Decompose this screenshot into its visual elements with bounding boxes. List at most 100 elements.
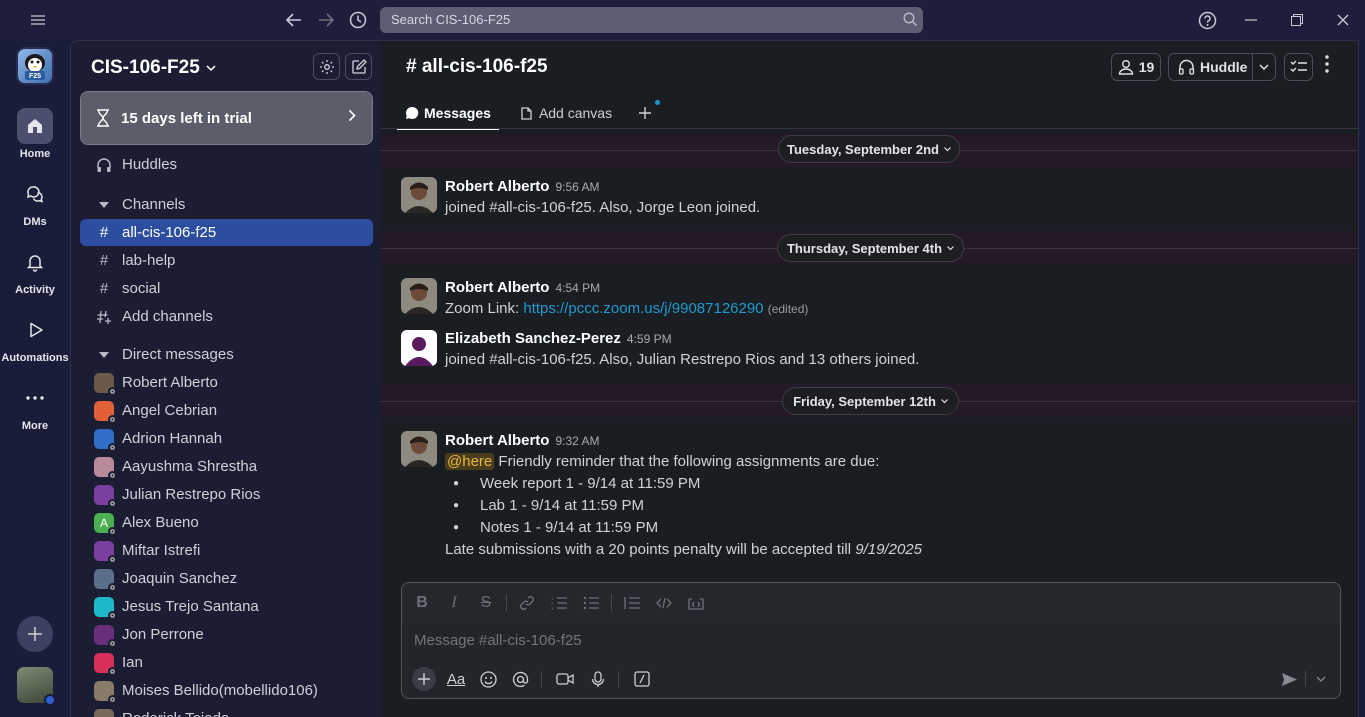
- sidebar-item-dm[interactable]: A Alex Bueno: [80, 509, 373, 536]
- sidebar-item-dm[interactable]: Julian Restrepo Rios: [80, 481, 373, 508]
- dm-section-toggle[interactable]: Direct messages: [80, 341, 373, 368]
- sidebar-item-dm[interactable]: Ian: [80, 649, 373, 676]
- text-format-button[interactable]: Aa: [445, 667, 467, 691]
- day-pill[interactable]: Tuesday, September 2nd: [778, 135, 960, 163]
- compose-button[interactable]: [345, 53, 372, 80]
- channel-title[interactable]: # all-cis-106-f25: [406, 56, 548, 78]
- tab-messages[interactable]: Messages: [397, 98, 499, 130]
- blockquote-icon[interactable]: [622, 593, 642, 613]
- canvas-button[interactable]: [1284, 53, 1313, 81]
- message-time[interactable]: 9:32 AM: [555, 434, 599, 448]
- sidebar-item-dm[interactable]: Angel Cebrian: [80, 397, 373, 424]
- workspace-name-button[interactable]: CIS-106-F25: [91, 57, 216, 79]
- search-bar[interactable]: Search CIS-106-F25: [380, 7, 923, 33]
- more-dots-icon[interactable]: [17, 380, 53, 416]
- microphone-icon[interactable]: [588, 667, 608, 691]
- rail-automations[interactable]: Automations: [0, 312, 70, 364]
- author-name[interactable]: Robert Alberto: [445, 279, 549, 296]
- day-pill[interactable]: Friday, September 12th: [782, 387, 959, 415]
- play-icon[interactable]: [17, 312, 53, 348]
- channels-section-toggle[interactable]: Channels: [80, 191, 373, 218]
- ordered-list-icon[interactable]: 123: [549, 593, 569, 613]
- sidebar-item-dm[interactable]: Robert Alberto: [80, 369, 373, 396]
- history-clock-icon[interactable]: [346, 8, 370, 32]
- sidebar-item-channel-lab-help[interactable]: # lab-help: [80, 247, 373, 274]
- rail-activity[interactable]: Activity: [0, 244, 70, 296]
- author-avatar[interactable]: [401, 431, 437, 467]
- settings-button[interactable]: [313, 53, 340, 80]
- emoji-icon[interactable]: [478, 667, 498, 691]
- presence-status: [108, 442, 117, 452]
- message-composer[interactable]: B I S 123 Aa: [401, 582, 1341, 699]
- author-name[interactable]: Robert Alberto: [445, 432, 549, 449]
- add-channels-button[interactable]: Add channels: [80, 303, 373, 330]
- presence-dot: [44, 694, 56, 706]
- message[interactable]: Robert Alberto 9:56 AM joined #all-cis-10…: [381, 173, 1358, 229]
- dms-icon[interactable]: [17, 176, 53, 212]
- message[interactable]: Robert Alberto 4:54 PM Zoom Link: https:/…: [381, 274, 1358, 326]
- day-pill[interactable]: Thursday, September 4th: [777, 234, 964, 262]
- author-name[interactable]: Elizabeth Sanchez-Perez: [445, 330, 621, 347]
- workspace-logo[interactable]: F25: [16, 47, 54, 85]
- link-icon[interactable]: [517, 593, 537, 613]
- code-icon[interactable]: [654, 593, 674, 613]
- bulleted-list-icon[interactable]: [581, 593, 601, 613]
- sidebar-item-channel-all-cis-106-f25[interactable]: # all-cis-106-f25: [80, 219, 373, 246]
- add-workspace-button[interactable]: [17, 616, 53, 652]
- here-mention[interactable]: @here: [445, 453, 495, 470]
- zoom-link[interactable]: https://pccc.zoom.us/j/99087126290: [523, 300, 763, 317]
- sidebar-item-huddles[interactable]: Huddles: [80, 151, 373, 178]
- rail-dms[interactable]: DMs: [0, 176, 70, 228]
- sidebar-item-dm[interactable]: Adrion Hannah: [80, 425, 373, 452]
- huddle-options-button[interactable]: [1253, 64, 1275, 70]
- strikethrough-button[interactable]: S: [476, 593, 496, 613]
- rail-home[interactable]: Home: [0, 108, 70, 160]
- help-icon[interactable]: [1195, 8, 1219, 32]
- huddle-button[interactable]: Huddle: [1168, 53, 1276, 81]
- bell-icon[interactable]: [17, 244, 53, 280]
- video-icon[interactable]: [554, 667, 576, 691]
- message-time[interactable]: 4:59 PM: [627, 332, 672, 346]
- restore-icon[interactable]: [1285, 8, 1309, 32]
- tab-add-canvas[interactable]: Add canvas: [511, 98, 620, 128]
- bold-button[interactable]: B: [412, 593, 432, 613]
- sidebar-item-dm[interactable]: Aayushma Shrestha: [80, 453, 373, 480]
- back-arrow-icon[interactable]: [282, 8, 306, 32]
- trial-banner[interactable]: 15 days left in trial: [80, 91, 373, 145]
- author-avatar[interactable]: [401, 330, 437, 366]
- message-time[interactable]: 4:54 PM: [555, 281, 600, 295]
- author-name[interactable]: Robert Alberto: [445, 178, 549, 195]
- members-button[interactable]: 19: [1111, 53, 1161, 81]
- huddles-label: Huddles: [122, 156, 178, 173]
- more-options-icon[interactable]: [1325, 55, 1329, 73]
- attach-button[interactable]: [412, 667, 436, 691]
- author-avatar[interactable]: [401, 278, 437, 314]
- send-options-icon[interactable]: [1311, 667, 1331, 691]
- sidebar-item-dm[interactable]: Miftar Istrefi: [80, 537, 373, 564]
- sidebar-item-dm[interactable]: Moises Bellido(mobellido106): [80, 677, 373, 704]
- start-huddle-button[interactable]: Huddle: [1169, 54, 1253, 80]
- mention-icon[interactable]: [510, 667, 530, 691]
- rail-more[interactable]: More: [0, 380, 70, 432]
- italic-button[interactable]: I: [444, 593, 464, 613]
- menu-icon[interactable]: [26, 8, 50, 32]
- slash-command-icon[interactable]: [632, 667, 652, 691]
- close-icon[interactable]: [1331, 8, 1355, 32]
- add-tab-button[interactable]: [632, 98, 661, 128]
- sidebar-item-dm[interactable]: Roderick Tejada: [80, 705, 373, 717]
- message[interactable]: Robert Alberto 9:32 AM @here Friendly rem…: [381, 427, 1358, 577]
- message[interactable]: Elizabeth Sanchez-Perez 4:59 PM joined #a…: [381, 326, 1358, 378]
- forward-arrow-icon[interactable]: [314, 8, 338, 32]
- message-input[interactable]: [414, 632, 1314, 649]
- author-avatar[interactable]: [401, 177, 437, 213]
- sidebar-item-dm[interactable]: Jon Perrone: [80, 621, 373, 648]
- sidebar-item-channel-social[interactable]: # social: [80, 275, 373, 302]
- code-block-icon[interactable]: [686, 593, 706, 613]
- home-icon[interactable]: [17, 108, 53, 144]
- message-time[interactable]: 9:56 AM: [555, 180, 599, 194]
- sidebar-item-dm[interactable]: Joaquin Sanchez: [80, 565, 373, 592]
- send-icon[interactable]: [1279, 667, 1299, 691]
- minimize-icon[interactable]: [1239, 8, 1263, 32]
- sidebar-item-dm[interactable]: Jesus Trejo Santana: [80, 593, 373, 620]
- user-avatar[interactable]: [17, 667, 56, 706]
